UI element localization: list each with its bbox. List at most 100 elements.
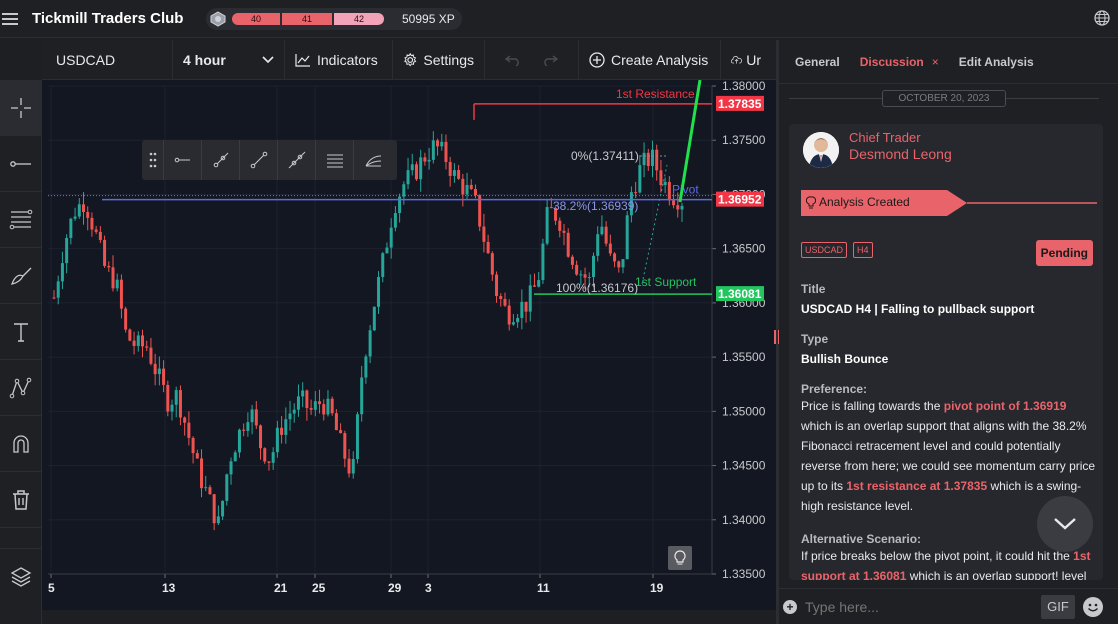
tab-general[interactable]: General [795,55,840,69]
analysis-card: Chief Trader Desmond Leong Analysis Crea… [789,124,1103,580]
interval-selector[interactable]: 4 hour [173,39,285,80]
candle-body [170,404,174,412]
line-tool[interactable] [0,136,42,192]
candle-body [562,230,566,233]
candle-body [275,427,279,453]
candle-body [642,152,646,166]
candle-body [351,459,355,474]
date-separator: OCTOBER 20, 2023 [789,88,1099,108]
chart-line-icon [295,53,310,67]
candle-body [296,396,300,410]
parallel-channel-icon [326,154,343,168]
candle-body [532,285,536,287]
candle-body [511,322,515,325]
indicators-button[interactable]: Indicators [285,39,393,80]
candle-body [111,267,115,289]
upload-button[interactable]: Ur [721,40,771,80]
scroll-down-button[interactable] [1037,496,1093,552]
horizontal-line-tool[interactable] [164,140,202,180]
candle-body [473,188,477,196]
tab-discussion[interactable]: Discussion × [860,55,939,69]
magnet-tool[interactable] [0,416,42,472]
candle-body [423,157,427,162]
candle-body [309,408,313,410]
gif-button[interactable]: GIF [1041,594,1075,619]
candle-body [587,277,591,279]
candle-body [86,212,90,218]
layers-tool[interactable] [0,548,42,604]
globe-icon[interactable] [1094,10,1110,26]
alt-scenario-text: If price breaks below the pivot point, i… [801,549,1091,580]
candle-body [402,184,406,197]
title-label: Title [801,282,826,296]
candle-body [490,253,494,275]
extended-line-tool[interactable] [278,140,316,180]
fib-tool[interactable] [0,192,42,248]
undo-icon[interactable] [505,54,521,66]
candle-body [56,281,60,298]
trend-line-tool[interactable] [240,140,278,180]
candle-body [77,204,81,217]
price-badge-label: 1.36952 [718,193,762,207]
menu-icon[interactable] [2,12,18,25]
fib-fan-tool[interactable] [354,140,392,180]
candle-body [608,243,612,254]
message-input[interactable] [805,598,1041,615]
candle-body [149,347,153,364]
text-tool[interactable] [0,304,42,360]
time-tick-label: 21 [274,581,288,595]
candle-body [166,384,170,412]
candle-body [271,452,275,463]
resistance-label: 1st Resistance [616,87,695,101]
candle-body [284,419,288,435]
drag-handle-icon[interactable] [142,140,164,180]
candle-body [604,226,608,244]
settings-label: Settings [423,51,474,68]
parallel-channel-tool[interactable] [316,140,354,180]
date-label: OCTOBER 20, 2023 [881,89,1007,107]
crosshair-tool[interactable] [0,80,42,136]
candle-body [119,279,123,309]
candle-body [98,231,102,240]
brush-tool[interactable] [0,248,42,304]
tab-edit-analysis[interactable]: Edit Analysis [959,55,1034,69]
candle-body [516,317,520,323]
candle-body [414,164,418,180]
create-analysis-button[interactable]: Create Analysis [579,39,721,80]
lightbulb-icon[interactable] [668,546,692,570]
analysis-created-banner: Analysis Created [801,190,1097,216]
candle-body [200,458,204,489]
drawing-floating-toolbar [142,140,397,180]
candle-body [52,297,56,299]
candle-body [372,306,376,331]
level-badge-icon [208,10,228,28]
magnet-icon [13,434,29,453]
ray-tool[interactable] [202,140,240,180]
candle-body [82,204,86,213]
redo-icon[interactable] [542,54,558,66]
candle-body [343,433,347,459]
candle-body [680,205,684,210]
close-icon[interactable]: × [932,55,939,69]
interval-label: 4 hour [183,51,226,68]
emoji-icon[interactable] [1083,596,1103,617]
candle-body [558,220,562,231]
candle-body [427,159,431,162]
candle-body [482,226,486,242]
candle-body [94,229,98,232]
settings-button[interactable]: Settings [393,39,485,80]
candle-body [233,452,237,462]
delete-tool[interactable] [0,472,42,528]
candle-body [267,461,271,463]
text-icon [14,322,28,342]
candle-body [377,277,381,307]
candle-body [124,308,128,330]
author-name[interactable]: Desmond Leong [849,146,952,162]
chart-area[interactable]: 1.380001.375001.370001.365001.360001.355… [42,80,776,610]
avatar[interactable] [803,132,839,168]
add-attachment-icon[interactable]: + [783,599,797,614]
pattern-tool[interactable] [0,360,42,416]
candle-body [115,279,119,289]
xp-value: 50995 XP [402,12,455,26]
symbol-selector[interactable]: USDCAD [42,39,173,80]
